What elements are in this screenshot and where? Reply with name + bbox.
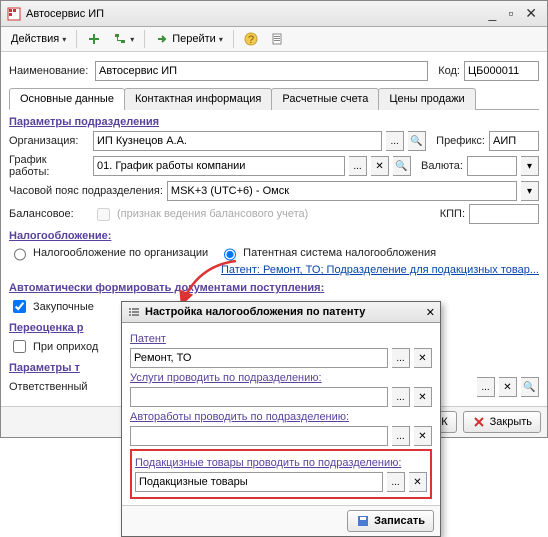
purchase-checkbox[interactable] [13, 300, 26, 313]
popup-autoworks-clear-button[interactable]: ✕ [414, 426, 432, 446]
popup-patent-input[interactable] [130, 348, 388, 368]
currency-dropdown-button[interactable]: ▾ [521, 156, 539, 176]
dropdown-icon: ▾ [62, 35, 66, 44]
schedule-label: График работы: [9, 154, 89, 178]
hierarchy-icon [113, 32, 127, 46]
tz-input[interactable] [167, 181, 517, 201]
popup-services-label: Услуги проводить по подразделению: [130, 372, 432, 384]
org-open-button[interactable]: 🔍 [408, 131, 426, 151]
popup-excise-select-button[interactable]: ... [387, 472, 405, 492]
popup-patent-select-button[interactable]: ... [392, 348, 410, 368]
org-select-button[interactable]: ... [386, 131, 404, 151]
dropdown-icon: ▾ [219, 35, 223, 44]
balance-checkbox [97, 208, 110, 221]
tax-radio-org[interactable] [14, 248, 26, 261]
popup-patent-label: Патент [130, 333, 432, 345]
svg-text:?: ? [248, 34, 254, 46]
tab-prices[interactable]: Цены продажи [378, 88, 475, 110]
tab-main[interactable]: Основные данные [9, 88, 125, 110]
dropdown-icon: ▾ [130, 35, 134, 44]
go-button[interactable]: Перейти ▾ [151, 30, 227, 48]
org-input[interactable] [93, 131, 382, 151]
maximize-button[interactable]: ▫ [504, 5, 517, 22]
toolbar: Действия ▾ ▾ Перейти ▾ ? [1, 27, 547, 52]
popup-autoworks-select-button[interactable]: ... [392, 426, 410, 446]
popup-close-button[interactable]: ✕ [426, 306, 435, 319]
schedule-input[interactable] [93, 156, 345, 176]
minimize-button[interactable]: _ [485, 5, 501, 22]
list-icon [127, 305, 141, 319]
tax-title: Налогообложение: [9, 230, 539, 242]
responsible-select-button[interactable]: ... [477, 377, 495, 397]
schedule-select-button[interactable]: ... [349, 156, 367, 176]
receipt-label: При оприход [33, 341, 98, 353]
close-icon [472, 415, 486, 429]
report-button[interactable] [266, 30, 288, 48]
tz-dropdown-button[interactable]: ▾ [521, 181, 539, 201]
close-button[interactable]: Закрыть [463, 411, 541, 433]
popup-excise-clear-button[interactable]: ✕ [409, 472, 427, 492]
currency-input[interactable] [467, 156, 517, 176]
document-icon [270, 32, 284, 46]
params-title: Параметры подразделения [9, 116, 539, 128]
kpp-input[interactable] [469, 204, 539, 224]
patent-link[interactable]: Патент: Ремонт, ТО; Подразделение для по… [221, 264, 539, 276]
currency-label: Валюта: [421, 160, 463, 172]
tax-radio-patent[interactable] [224, 248, 236, 261]
responsible-open-button[interactable]: 🔍 [521, 377, 539, 397]
tz-label: Часовой пояс подразделения: [9, 185, 163, 197]
tax-radio-patent-label: Патентная система налогообложения [243, 247, 436, 259]
schedule-open-button[interactable]: 🔍 [393, 156, 411, 176]
tab-contact[interactable]: Контактная информация [124, 88, 272, 110]
balance-note: (признак ведения балансового учета) [117, 208, 308, 220]
popup-save-button[interactable]: Записать [347, 510, 434, 532]
responsible-label: Ответственный [9, 381, 99, 393]
tax-settings-popup: Настройка налогообложения по патенту ✕ П… [121, 301, 441, 537]
schedule-clear-button[interactable]: ✕ [371, 156, 389, 176]
name-input[interactable] [95, 61, 428, 81]
auto-title: Автоматически формировать документами по… [9, 282, 539, 294]
actions-menu[interactable]: Действия ▾ [7, 31, 70, 47]
help-icon: ? [244, 32, 258, 46]
prefix-input[interactable] [489, 131, 539, 151]
app-icon [7, 7, 21, 21]
kpp-label: КПП: [440, 208, 465, 220]
disk-icon [356, 514, 370, 528]
popup-services-clear-button[interactable]: ✕ [414, 387, 432, 407]
code-label: Код: [438, 65, 460, 77]
hierarchy-button[interactable]: ▾ [109, 30, 138, 48]
popup-excise-label: Подакцизные товары проводить по подразде… [135, 457, 427, 469]
popup-autoworks-label: Автоработы проводить по подразделению: [130, 411, 432, 423]
org-label: Организация: [9, 135, 89, 147]
popup-excise-input[interactable] [135, 472, 383, 492]
code-input[interactable] [464, 61, 539, 81]
titlebar: Автосервис ИП _ ▫ ✕ [1, 1, 547, 27]
help-button[interactable]: ? [240, 30, 262, 48]
prefix-label: Префикс: [436, 135, 485, 147]
tax-radio-org-label: Налогообложение по организации [33, 247, 208, 259]
close-button[interactable]: ✕ [521, 5, 541, 22]
tab-accounts[interactable]: Расчетные счета [271, 88, 379, 110]
popup-services-select-button[interactable]: ... [392, 387, 410, 407]
responsible-clear-button[interactable]: ✕ [499, 377, 517, 397]
add-button[interactable] [83, 30, 105, 48]
receipt-checkbox[interactable] [13, 340, 26, 353]
arrow-right-icon [155, 32, 169, 46]
popup-services-input[interactable] [130, 387, 388, 407]
balance-label: Балансовое: [9, 208, 89, 220]
popup-autoworks-input[interactable] [130, 426, 388, 446]
plus-icon [87, 32, 101, 46]
tabs: Основные данные Контактная информация Ра… [9, 87, 539, 110]
name-label: Наименование: [9, 65, 91, 77]
purchase-label: Закупочные [33, 301, 94, 313]
window-title: Автосервис ИП [26, 8, 104, 20]
popup-patent-clear-button[interactable]: ✕ [414, 348, 432, 368]
popup-title: Настройка налогообложения по патенту [145, 306, 365, 318]
